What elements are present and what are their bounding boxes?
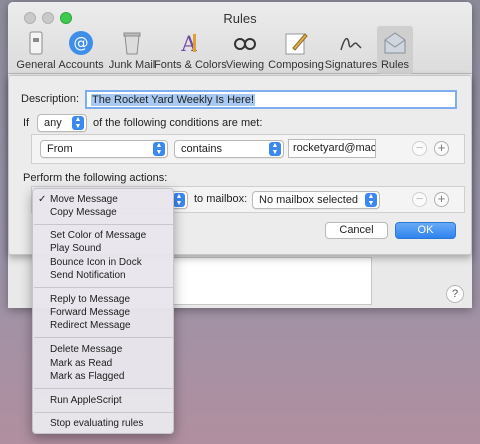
menu-item-mark-read[interactable]: Mark as Read bbox=[33, 358, 173, 371]
popup-stepper-icon: ▲ ▼ bbox=[365, 193, 377, 207]
junk-mail-icon bbox=[123, 32, 141, 55]
menu-item-reply[interactable]: Reply to Message bbox=[33, 294, 173, 307]
menu-item-run-applescript[interactable]: Run AppleScript bbox=[33, 395, 173, 408]
toolbar-item-general[interactable]: General bbox=[14, 26, 58, 74]
add-action-button[interactable]: + bbox=[434, 192, 449, 207]
condition-value-field[interactable]: rocketyard@macsa bbox=[288, 139, 376, 158]
toolbar-item-viewing[interactable]: Viewing bbox=[222, 26, 268, 74]
fonts-colors-icon: A bbox=[180, 32, 197, 56]
condition-field-popup[interactable]: From ▲ ▼ bbox=[40, 140, 168, 158]
actions-label: Perform the following actions: bbox=[23, 172, 168, 184]
toolbar-item-accounts[interactable]: @ Accounts bbox=[58, 26, 104, 74]
condition-operator-popup[interactable]: contains ▲ ▼ bbox=[174, 140, 284, 158]
menu-item-mark-flagged[interactable]: Mark as Flagged bbox=[33, 371, 173, 384]
menu-separator bbox=[34, 287, 174, 288]
general-icon bbox=[29, 31, 43, 55]
description-field[interactable]: The Rocket Yard Weekly Is Here! bbox=[85, 90, 457, 109]
popup-stepper-icon: ▲ ▼ bbox=[72, 116, 84, 130]
popup-stepper-icon: ▲ ▼ bbox=[269, 142, 281, 156]
menu-item-forward[interactable]: Forward Message bbox=[33, 307, 173, 320]
remove-condition-button[interactable]: − bbox=[412, 141, 427, 156]
window-title: Rules bbox=[223, 11, 257, 26]
description-label: Description: bbox=[21, 93, 80, 105]
toolbar-item-composing[interactable]: Composing bbox=[268, 26, 324, 74]
if-label: If bbox=[23, 117, 30, 129]
to-mailbox-label: to mailbox: bbox=[194, 193, 248, 205]
action-menu: ✓ Move Message Copy Message Set Color of… bbox=[32, 188, 174, 434]
menu-separator bbox=[34, 388, 174, 389]
viewing-icon bbox=[234, 38, 256, 50]
menu-item-stop-evaluating[interactable]: Stop evaluating rules bbox=[33, 418, 173, 431]
toolbar-item-fonts-colors[interactable]: A Fonts & Colors bbox=[154, 26, 227, 74]
add-condition-button[interactable]: + bbox=[434, 141, 449, 156]
mailbox-popup[interactable]: No mailbox selected ▲ ▼ bbox=[252, 191, 380, 209]
menu-item-set-color[interactable]: Set Color of Message bbox=[33, 230, 173, 243]
menu-item-play-sound[interactable]: Play Sound bbox=[33, 243, 173, 256]
toolbar-item-junk-mail[interactable]: Junk Mail bbox=[106, 26, 158, 74]
menu-item-copy-message[interactable]: Copy Message bbox=[33, 207, 173, 220]
menu-item-redirect[interactable]: Redirect Message bbox=[33, 320, 173, 333]
toolbar-item-rules[interactable]: Rules bbox=[377, 26, 413, 74]
conditions-suffix-label: of the following conditions are met: bbox=[93, 117, 263, 129]
svg-text:@: @ bbox=[74, 34, 89, 52]
cancel-button[interactable]: Cancel bbox=[325, 222, 388, 239]
titlebar: Rules General @ Accounts Junk Mail A Fon… bbox=[8, 2, 472, 74]
help-button[interactable]: ? bbox=[446, 285, 464, 303]
description-value: The Rocket Yard Weekly Is Here! bbox=[91, 94, 256, 106]
menu-separator bbox=[34, 224, 174, 225]
popup-stepper-icon: ▲ ▼ bbox=[173, 193, 185, 207]
toolbar-item-signatures[interactable]: Signatures bbox=[324, 26, 378, 74]
menu-item-bounce-icon[interactable]: Bounce Icon in Dock bbox=[33, 257, 173, 270]
popup-stepper-icon: ▲ ▼ bbox=[153, 142, 165, 156]
signatures-icon bbox=[340, 37, 362, 51]
condition-row: From ▲▼ contains ▲▼ rocketyard@macsa − + bbox=[31, 134, 465, 164]
match-popup[interactable]: any ▲ ▼ bbox=[37, 114, 87, 132]
menu-item-delete[interactable]: Delete Message bbox=[33, 344, 173, 357]
menu-item-send-notification[interactable]: Send Notification bbox=[33, 270, 173, 283]
rules-icon bbox=[384, 32, 406, 54]
composing-icon bbox=[285, 33, 308, 55]
menu-separator bbox=[34, 337, 174, 338]
ok-button[interactable]: OK bbox=[395, 222, 456, 239]
remove-action-button[interactable]: − bbox=[412, 192, 427, 207]
accounts-icon: @ bbox=[69, 31, 93, 55]
menu-separator bbox=[34, 412, 174, 413]
menu-item-move-message[interactable]: Move Message bbox=[33, 194, 173, 207]
